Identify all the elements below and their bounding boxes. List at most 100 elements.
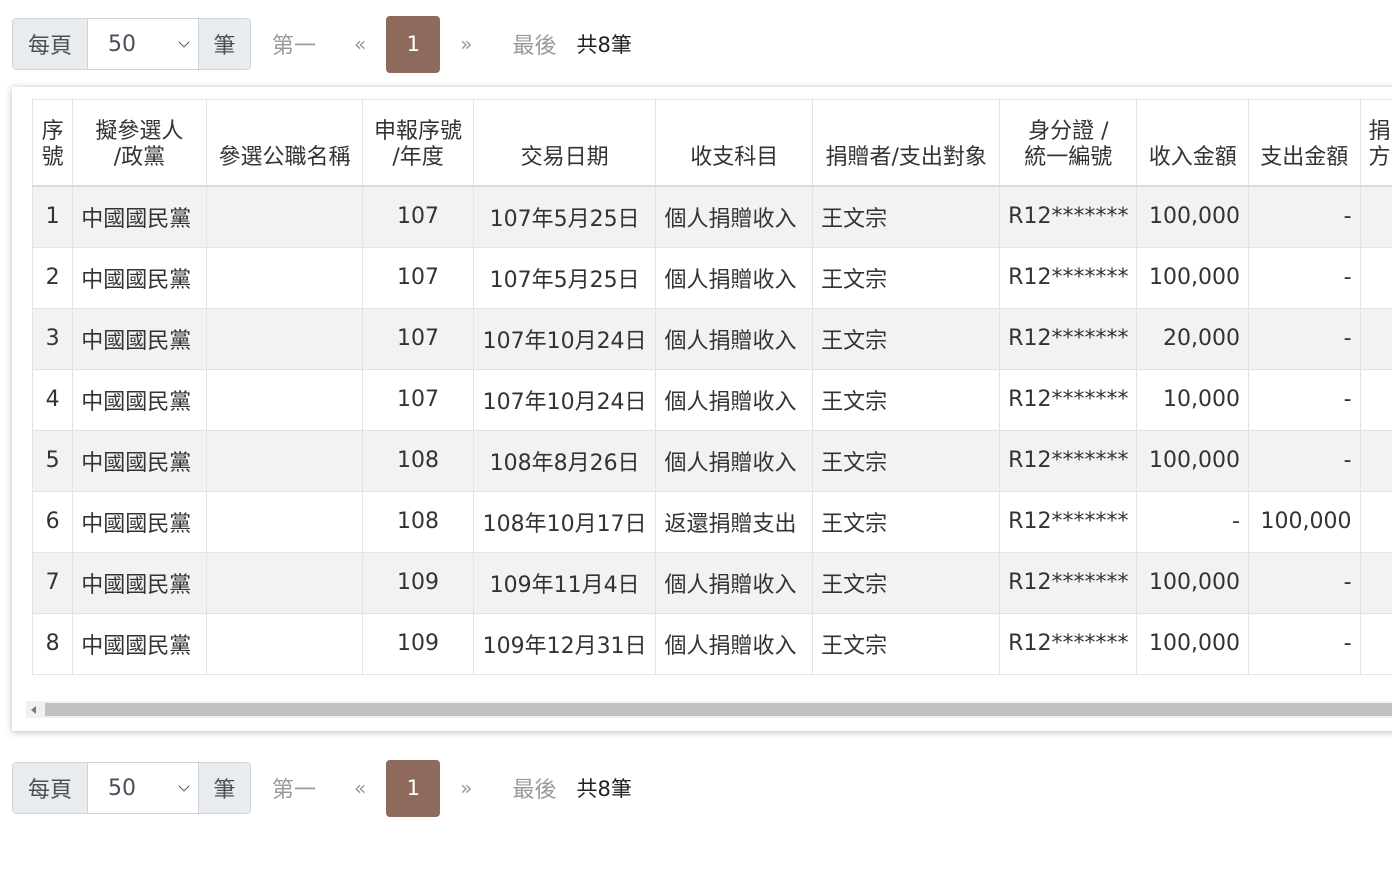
cell-party: 中國國民黨 <box>72 246 207 309</box>
cell-year: 107 <box>362 307 474 370</box>
cell-income: - <box>1136 490 1249 553</box>
cell-id: R12******* <box>999 368 1138 431</box>
cell-no: 5 <box>31 429 74 492</box>
cell-date: 107年10月24日 <box>472 307 657 370</box>
cell-id: R12******* <box>999 246 1138 309</box>
per-page-group: 每頁 50 筆 <box>12 762 251 814</box>
cell-party: 中國國民黨 <box>72 612 207 675</box>
cell-no: 1 <box>31 185 74 248</box>
cell-id: R12******* <box>999 307 1138 370</box>
prev-page-link[interactable]: « <box>354 32 366 56</box>
header-report-year[interactable]: 申報序號/年度 <box>362 99 474 187</box>
cell-income: 100,000 <box>1136 246 1249 309</box>
cell-party: 中國國民黨 <box>72 551 207 614</box>
header-subject[interactable]: 收支科目 <box>655 99 814 187</box>
cell-more <box>1359 612 1392 675</box>
cell-office <box>205 307 364 370</box>
cell-year: 108 <box>362 429 474 492</box>
cell-more <box>1359 429 1392 492</box>
cell-more <box>1359 368 1392 431</box>
scrollbar-thumb[interactable] <box>45 703 1392 716</box>
cell-year: 109 <box>362 612 474 675</box>
cell-subject: 個人捐贈收入 <box>655 612 814 675</box>
current-page-button[interactable]: 1 <box>386 15 441 73</box>
cell-year: 107 <box>362 246 474 309</box>
table-row: 7 中國國民黨 109 109年11月4日 個人捐贈收入 王文宗 R12****… <box>31 551 1392 614</box>
cell-expense: - <box>1247 429 1361 492</box>
scroll-left-arrow-icon[interactable] <box>31 706 36 714</box>
cell-expense: - <box>1247 307 1361 370</box>
cell-no: 3 <box>31 307 74 370</box>
prev-page-link[interactable]: « <box>354 776 366 800</box>
per-page-select[interactable]: 50 <box>88 763 198 813</box>
table-row: 6 中國國民黨 108 108年10月17日 返還捐贈支出 王文宗 R12***… <box>31 490 1392 553</box>
cell-year: 107 <box>362 185 474 248</box>
first-page-link[interactable]: 第一 <box>272 772 316 804</box>
cell-office <box>205 368 364 431</box>
cell-date: 107年5月25日 <box>472 185 657 248</box>
cell-id: R12******* <box>999 185 1138 248</box>
cell-party: 中國國民黨 <box>72 307 207 370</box>
per-page-value: 50 <box>108 775 136 801</box>
cell-date: 108年8月26日 <box>472 429 657 492</box>
cell-more <box>1359 307 1392 370</box>
cell-party: 中國國民黨 <box>72 429 207 492</box>
cell-expense: - <box>1247 551 1361 614</box>
table-row: 8 中國國民黨 109 109年12月31日 個人捐贈收入 王文宗 R12***… <box>31 612 1392 675</box>
header-income[interactable]: 收入金額 <box>1136 99 1249 187</box>
horizontal-scrollbar[interactable] <box>26 701 1392 718</box>
pagination-bottom: 每頁 50 筆 第一 « 1 » 最後 共8筆 <box>12 759 632 817</box>
cell-id: R12******* <box>999 429 1138 492</box>
cell-income: 100,000 <box>1136 185 1249 248</box>
cell-year: 109 <box>362 551 474 614</box>
cell-income: 100,000 <box>1136 429 1249 492</box>
cell-no: 2 <box>31 246 74 309</box>
per-page-prefix: 每頁 <box>13 763 88 813</box>
first-page-link[interactable]: 第一 <box>272 28 316 60</box>
cell-subject: 個人捐贈收入 <box>655 429 814 492</box>
per-page-select[interactable]: 50 <box>88 19 198 69</box>
table-row: 2 中國國民黨 107 107年5月25日 個人捐贈收入 王文宗 R12****… <box>31 246 1392 309</box>
header-party[interactable]: 擬參選人/政黨 <box>72 99 207 187</box>
table-row: 3 中國國民黨 107 107年10月24日 個人捐贈收入 王文宗 R12***… <box>31 307 1392 370</box>
cell-more <box>1359 551 1392 614</box>
next-page-link[interactable]: » <box>460 776 472 800</box>
cell-subject: 返還捐贈支出 <box>655 490 814 553</box>
header-id[interactable]: 身分證 / 統一編號 <box>999 99 1138 187</box>
total-count: 共8筆 <box>576 777 632 801</box>
cell-subject: 個人捐贈收入 <box>655 246 814 309</box>
current-page-button[interactable]: 1 <box>386 759 441 817</box>
cell-subject: 個人捐贈收入 <box>655 185 814 248</box>
chevron-down-icon <box>178 35 190 48</box>
header-office[interactable]: 參選公職名稱 <box>205 99 364 187</box>
header-more[interactable]: 捐方 <box>1359 99 1392 187</box>
per-page-value: 50 <box>108 31 136 57</box>
cell-office <box>205 612 364 675</box>
last-page-link[interactable]: 最後 <box>513 772 557 804</box>
cell-date: 109年12月31日 <box>472 612 657 675</box>
header-date[interactable]: 交易日期 <box>472 99 657 187</box>
cell-more <box>1359 185 1392 248</box>
header-expense[interactable]: 支出金額 <box>1247 99 1361 187</box>
header-no[interactable]: 序號 <box>31 99 74 187</box>
cell-office <box>205 185 364 248</box>
cell-party: 中國國民黨 <box>72 368 207 431</box>
cell-date: 109年11月4日 <box>472 551 657 614</box>
table-row: 4 中國國民黨 107 107年10月24日 個人捐贈收入 王文宗 R12***… <box>31 368 1392 431</box>
next-page-link[interactable]: » <box>460 32 472 56</box>
cell-more <box>1359 246 1392 309</box>
header-donor[interactable]: 捐贈者/支出對象 <box>812 99 1001 187</box>
table-card: 序號 擬參選人/政黨 參選公職名稱 申報序號/年度 交易日期 收支科目 捐贈者/… <box>12 87 1392 731</box>
table-row: 1 中國國民黨 107 107年5月25日 個人捐贈收入 王文宗 R12****… <box>31 185 1392 248</box>
cell-donor: 王文宗 <box>812 490 1001 553</box>
cell-donor: 王文宗 <box>812 185 1001 248</box>
cell-income: 10,000 <box>1136 368 1249 431</box>
last-page-link[interactable]: 最後 <box>513 28 557 60</box>
cell-subject: 個人捐贈收入 <box>655 551 814 614</box>
per-page-prefix: 每頁 <box>13 19 88 69</box>
cell-no: 6 <box>31 490 74 553</box>
per-page-suffix: 筆 <box>198 763 250 813</box>
cell-expense: - <box>1247 246 1361 309</box>
cell-id: R12******* <box>999 551 1138 614</box>
cell-id: R12******* <box>999 612 1138 675</box>
